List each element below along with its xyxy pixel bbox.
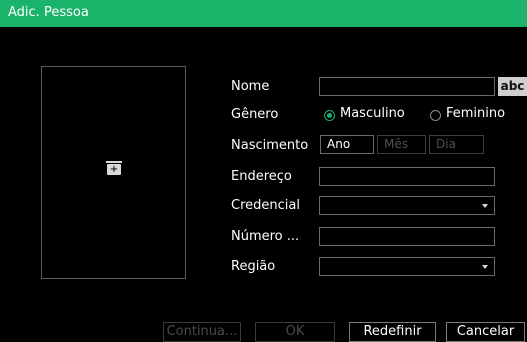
birth-year-field[interactable]: Ano [320, 135, 374, 154]
radio-feminino-label: Feminino [446, 106, 506, 121]
cancel-button[interactable]: Cancelar [446, 322, 525, 342]
region-select[interactable] [319, 257, 495, 276]
chevron-down-icon [482, 204, 488, 208]
address-input[interactable] [319, 167, 495, 186]
gender-label: Gênero [231, 107, 279, 122]
number-label: Número ... [231, 229, 300, 244]
birth-label: Nascimento [231, 138, 309, 153]
region-label: Região [231, 259, 276, 274]
birth-day-field[interactable]: Dia [429, 135, 484, 154]
keyboard-abc-button[interactable]: abc [498, 77, 527, 96]
reset-button[interactable]: Redefinir [349, 322, 436, 342]
dialog-title: Adic. Pessoa [8, 5, 89, 20]
name-input[interactable] [319, 77, 495, 96]
radio-masculino[interactable] [324, 110, 335, 121]
credential-select[interactable] [319, 196, 495, 215]
photo-upload-area[interactable]: + [41, 66, 186, 279]
birth-month-field[interactable]: Mês [377, 135, 426, 154]
radio-masculino-label: Masculino [340, 106, 405, 121]
credential-label: Credencial [231, 198, 300, 213]
add-photo-icon[interactable]: + [106, 161, 122, 175]
ok-button[interactable]: OK [255, 322, 335, 342]
radio-feminino[interactable] [430, 110, 441, 121]
chevron-down-icon [482, 265, 488, 269]
number-input[interactable] [319, 227, 495, 246]
title-bar: Adic. Pessoa [0, 0, 527, 27]
name-label: Nome [231, 79, 270, 94]
continue-button[interactable]: Continua... [163, 322, 241, 342]
address-label: Endereço [231, 169, 292, 184]
